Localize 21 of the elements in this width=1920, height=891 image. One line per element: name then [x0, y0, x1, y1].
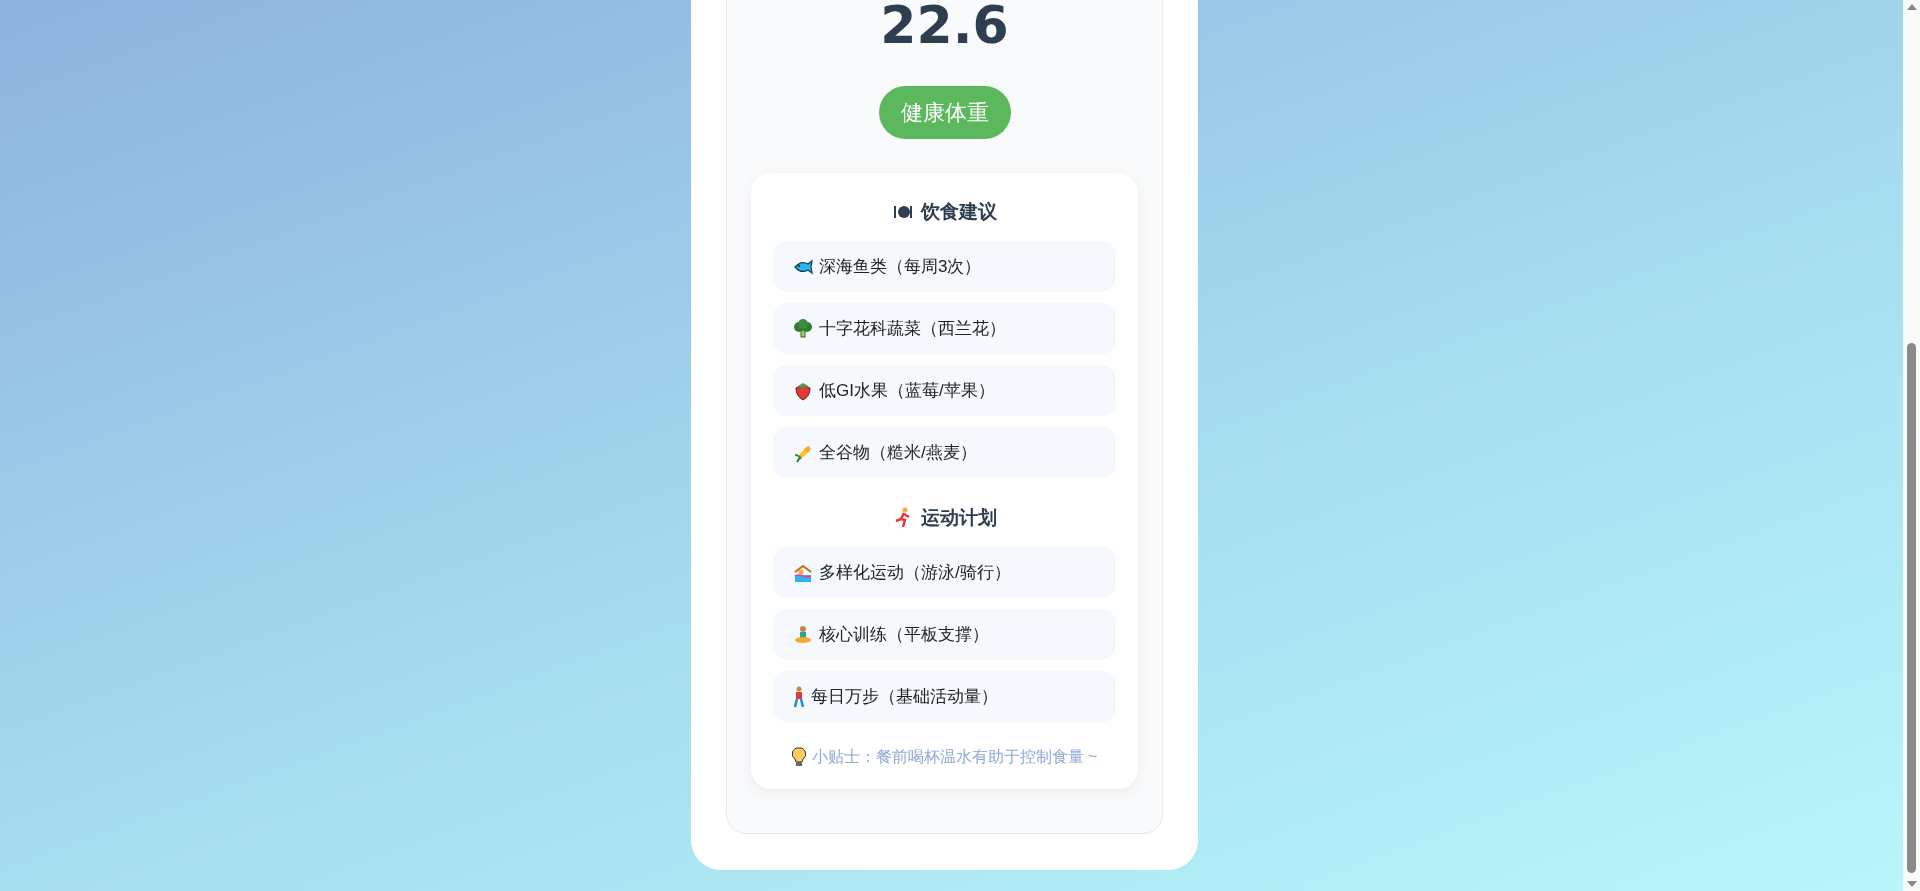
advice-item: 每日万步（基础活动量） — [773, 671, 1116, 722]
meditating-person-icon — [793, 624, 813, 645]
scrollbar-thumb[interactable] — [1907, 343, 1916, 873]
plate-icon — [892, 204, 913, 220]
advice-item: 核心训练（平板支撑） — [773, 609, 1116, 660]
category-badge: 健康体重 — [878, 86, 1011, 139]
tip-text: 小贴士：餐前喝杯温水有助于控制食量 ~ — [811, 747, 1098, 767]
advice-item: 多样化运动（游泳/骑行） — [773, 547, 1116, 598]
walking-person-icon — [793, 685, 805, 708]
advice-item: 十字花科蔬菜（西兰花） — [773, 303, 1116, 354]
advice-item: 全谷物（糙米/燕麦） — [773, 427, 1116, 478]
lightbulb-icon — [791, 747, 806, 767]
advice-item: 深海鱼类（每周3次） — [773, 241, 1116, 292]
bmi-value: 22.6 — [880, 0, 1009, 50]
section-heading: 饮食建议 — [920, 199, 997, 224]
advice-item: 低GI水果（蓝莓/苹果） — [773, 365, 1116, 416]
fish-icon — [793, 257, 813, 276]
section-heading: 运动计划 — [920, 505, 997, 530]
broccoli-icon — [793, 318, 813, 339]
swimmer-icon — [793, 562, 813, 583]
strawberry-icon — [793, 380, 813, 401]
